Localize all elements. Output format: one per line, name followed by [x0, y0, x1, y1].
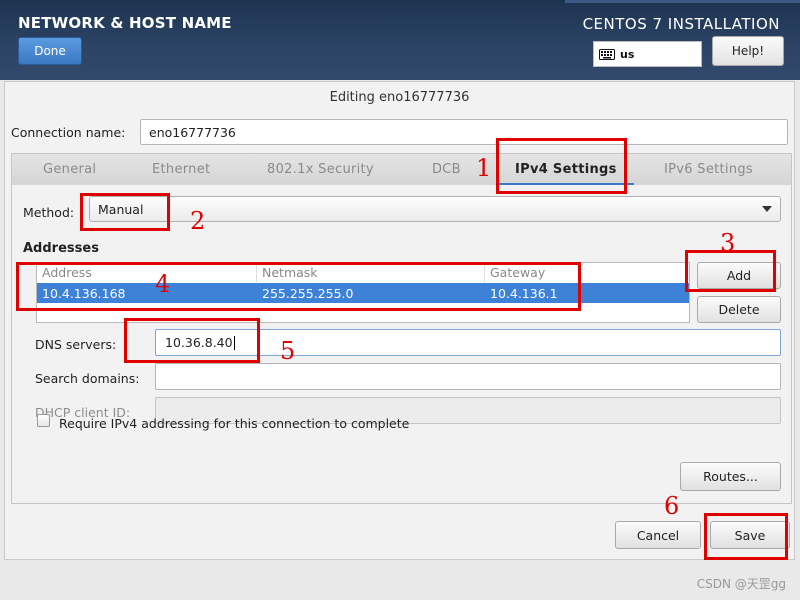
done-button[interactable]: Done [18, 37, 82, 65]
search-domains-label: Search domains: [35, 371, 140, 386]
tab-ipv6-settings[interactable]: IPv6 Settings [664, 154, 753, 185]
annotation-box-save [704, 513, 788, 560]
annotation-number-2: 2 [190, 207, 206, 235]
dns-servers-label: DNS servers: [35, 337, 117, 352]
top-header: NETWORK & HOST NAME Done CENTOS 7 INSTAL… [0, 0, 800, 80]
header-accent-line [565, 0, 800, 3]
help-button[interactable]: Help! [712, 36, 784, 66]
annotation-number-6: 6 [664, 492, 680, 520]
annotation-box-dns [124, 318, 260, 363]
annotation-number-4: 4 [155, 270, 171, 298]
edit-connection-dialog: Editing eno16777736 Connection name: eno… [4, 81, 795, 560]
annotation-number-3: 3 [720, 229, 736, 257]
keyboard-layout-indicator[interactable]: us [593, 41, 702, 67]
keyboard-icon [599, 48, 615, 60]
tab-ethernet[interactable]: Ethernet [152, 154, 210, 185]
tab-general[interactable]: General [43, 154, 96, 185]
tab-802-1x-security[interactable]: 802.1x Security [267, 154, 374, 185]
method-label: Method: [23, 205, 75, 220]
annotation-box-ipv4-tab [496, 138, 627, 194]
annotation-box-method [80, 193, 170, 231]
tab-dcb[interactable]: DCB [432, 154, 461, 185]
installation-title: CENTOS 7 INSTALLATION [582, 15, 780, 33]
routes-button[interactable]: Routes... [680, 462, 781, 491]
cancel-button[interactable]: Cancel [615, 521, 701, 549]
connection-name-input[interactable]: eno16777736 [140, 119, 788, 145]
page-title: NETWORK & HOST NAME [18, 14, 232, 32]
addresses-heading: Addresses [23, 241, 99, 256]
require-ipv4-checkbox[interactable] [37, 414, 50, 427]
dialog-title: Editing eno16777736 [329, 90, 470, 105]
watermark: CSDN @天罡gg [696, 577, 786, 591]
keyboard-layout-label: us [620, 47, 635, 61]
settings-tab-bar: General Ethernet 802.1x Security DCB IPv… [11, 153, 792, 186]
annotation-number-5: 5 [280, 337, 296, 365]
annotation-number-1: 1 [476, 154, 492, 182]
annotation-box-address-row [16, 262, 581, 311]
delete-address-button[interactable]: Delete [697, 296, 781, 323]
connection-name-label: Connection name: [11, 125, 126, 140]
search-domains-input[interactable] [155, 363, 781, 390]
dropdown-arrow-icon [762, 206, 772, 212]
require-ipv4-label[interactable]: Require IPv4 addressing for this connect… [59, 416, 409, 431]
